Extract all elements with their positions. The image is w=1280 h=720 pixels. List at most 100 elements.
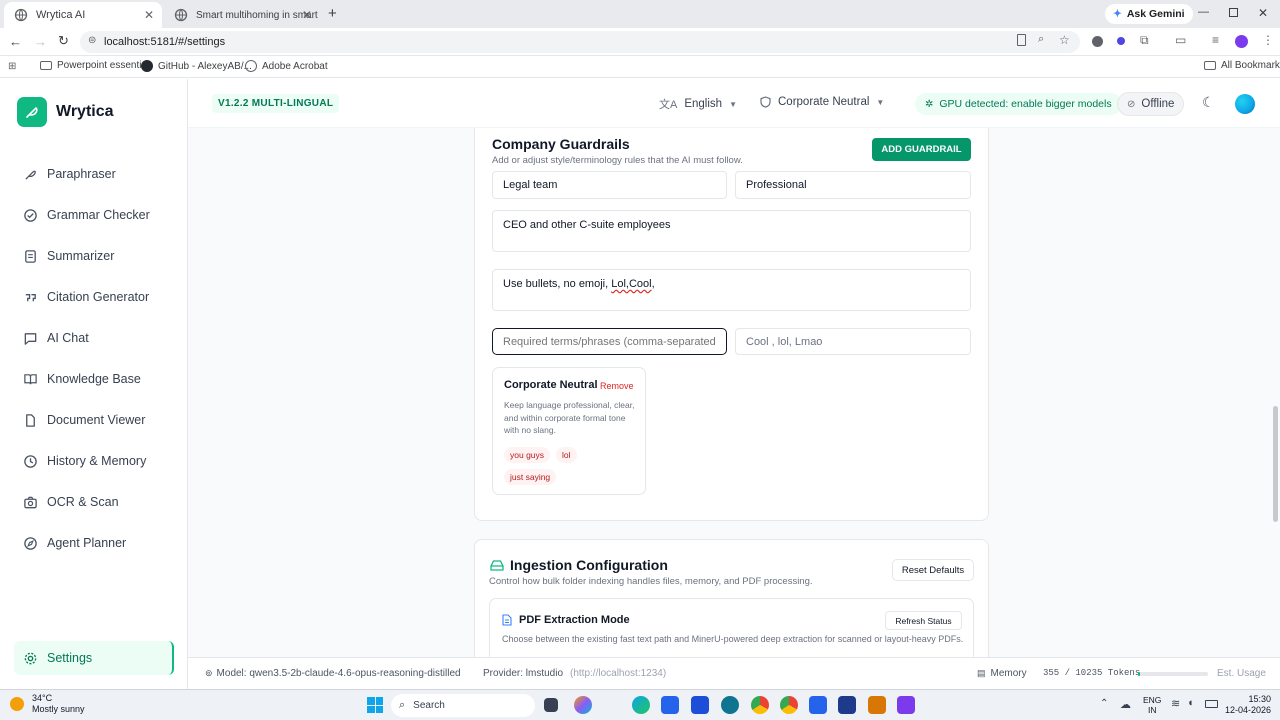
sidebar-item-knowledge-base[interactable]: Knowledge Base [14, 362, 174, 396]
tab-search-icon[interactable]: ▭ [1175, 33, 1186, 47]
sidebar-item-history-memory[interactable]: History & Memory [14, 444, 174, 478]
sidebar-item-paraphraser[interactable]: Paraphraser [14, 157, 174, 191]
pdf-mode-description: Choose between the existing fast text pa… [502, 634, 964, 644]
new-tab-button[interactable]: + [328, 5, 337, 22]
clock[interactable]: 15:30 12-04-2026 [1225, 694, 1271, 716]
required-terms-input[interactable] [492, 328, 727, 355]
audience-textarea[interactable]: CEO and other C-suite employees [492, 210, 971, 252]
address-bar[interactable]: ⊜ localhost:5181/#/settings ⌕ ☆ [80, 31, 1080, 53]
drive-icon [490, 560, 504, 571]
puzzle-icon[interactable]: ⧉ [1140, 33, 1149, 48]
all-bookmarks[interactable]: All Bookmarks [1204, 60, 1280, 71]
onedrive-icon[interactable]: ☁ [1120, 698, 1131, 711]
gpu-notice-button[interactable]: ✲ GPU detected: enable bigger models [915, 93, 1122, 115]
language-selector[interactable]: 文A English ▼ [659, 96, 737, 112]
store-icon[interactable] [661, 696, 679, 714]
app-icon[interactable] [721, 696, 739, 714]
version-badge: V1.2.2 MULTI-LINGUAL [212, 94, 340, 113]
battery-icon[interactable] [1205, 700, 1218, 708]
profile-avatar[interactable] [1235, 35, 1248, 48]
blocked-term-chip: lol [556, 447, 577, 463]
dark-mode-toggle-icon[interactable]: ☾ [1202, 94, 1215, 111]
add-guardrail-button[interactable]: ADD GUARDRAIL [872, 138, 971, 161]
tray-chevron-up-icon[interactable]: ⌃ [1100, 698, 1108, 709]
guardrail-item-description: Keep language professional, clear, and w… [504, 400, 635, 435]
page-scrollbar[interactable] [1273, 406, 1278, 522]
terminal-icon[interactable] [838, 696, 856, 714]
chevron-down-icon: ▼ [876, 97, 885, 107]
sidebar-item-ocr-scan[interactable]: OCR & Scan [14, 485, 174, 519]
banned-terms-input[interactable]: Cool , lol, Lmao [735, 328, 971, 355]
vscode-icon[interactable] [809, 696, 827, 714]
document-icon [25, 249, 36, 263]
page-icon[interactable] [1017, 34, 1026, 46]
offline-toggle[interactable]: ⊘ Offline [1117, 92, 1185, 116]
weather-widget[interactable]: 34°C Mostly sunny [10, 693, 85, 715]
extension-dot-icon[interactable] [1117, 37, 1125, 45]
zoom-icon[interactable]: ⌕ [1038, 33, 1044, 46]
tone-field[interactable]: Professional [735, 171, 971, 199]
task-view-icon[interactable] [544, 698, 558, 712]
edge-browser-icon[interactable] [632, 696, 650, 714]
cpu-icon: ⊚ [205, 668, 213, 678]
snipping-tool-icon[interactable] [868, 696, 886, 714]
language-indicator[interactable]: ENG IN [1143, 695, 1161, 715]
apps-grid-icon[interactable]: ⊞ [8, 61, 16, 72]
sidebar-item-settings[interactable]: Settings [14, 641, 174, 675]
folder-icon [40, 61, 52, 70]
reload-icon[interactable]: ↻ [58, 33, 69, 49]
rules-textarea[interactable]: Use bullets, no emoji, Lol,Cool, [492, 269, 971, 311]
company-guardrails-card: Company Guardrails Add or adjust style/t… [474, 128, 989, 521]
restore-window-icon[interactable] [1229, 8, 1238, 17]
url-text: localhost:5181/#/settings [104, 36, 226, 48]
wrytica-logo[interactable] [17, 97, 47, 127]
user-avatar[interactable] [1235, 94, 1255, 114]
outlook-icon[interactable] [691, 696, 709, 714]
sidebar-item-agent-planner[interactable]: Agent Planner [14, 526, 174, 560]
memory-indicator[interactable]: ▤ Memory [977, 668, 1027, 679]
bookmark-powerpoint[interactable]: Powerpoint essenti... [40, 60, 150, 71]
reading-list-icon[interactable]: ≡ [1212, 33, 1219, 47]
chrome-icon[interactable] [751, 696, 769, 714]
bookmark-adobe-acrobat[interactable]: Adobe Acrobat [245, 60, 328, 72]
start-button-icon[interactable] [367, 697, 383, 713]
app-header: V1.2.2 MULTI-LINGUAL 文A English ▼ Corpor… [188, 79, 1280, 128]
refresh-status-button[interactable]: Refresh Status [885, 611, 962, 630]
browser-tab-smart-multihoming[interactable]: Smart multihoming in smart sh ✕ [164, 2, 320, 28]
back-arrow-icon[interactable]: ← [9, 34, 22, 49]
visual-studio-icon[interactable] [897, 696, 915, 714]
close-tab-icon[interactable]: ✕ [302, 8, 312, 22]
history-icon [24, 454, 37, 468]
sidebar-item-ai-chat[interactable]: AI Chat [14, 321, 174, 355]
globe-icon [14, 8, 28, 22]
sidebar-item-document-viewer[interactable]: Document Viewer [14, 403, 174, 437]
blocked-term-chip: you guys [504, 447, 551, 463]
sidebar-item-citation-generator[interactable]: Citation Generator [14, 280, 174, 314]
sidebar-item-summarizer[interactable]: Summarizer [14, 239, 174, 273]
tone-selector[interactable]: Corporate Neutral ▼ [760, 96, 884, 108]
reset-defaults-button[interactable]: Reset Defaults [892, 559, 974, 581]
close-tab-icon[interactable]: ✕ [144, 8, 154, 22]
bookmark-github[interactable]: GitHub - AlexeyAB/... [141, 60, 252, 72]
browser-tab-wrytica[interactable]: Wrytica AI ✕ [4, 2, 162, 28]
wifi-icon[interactable]: ≋ [1171, 697, 1180, 710]
forward-arrow-icon[interactable]: → [34, 34, 47, 49]
sidebar-item-grammar-checker[interactable]: Grammar Checker [14, 198, 174, 232]
copilot-icon[interactable] [574, 696, 592, 714]
chrome-profile-icon[interactable] [780, 696, 798, 714]
guardrail-chip-list: you guys lol just saying [504, 447, 638, 485]
feather-icon [25, 170, 36, 180]
weather-temperature: 34°C [32, 693, 53, 703]
extension-icon[interactable] [1092, 36, 1103, 47]
volume-icon[interactable]: ◖ [1187, 697, 1194, 709]
browser-menu-icon[interactable]: ⋮ [1262, 33, 1274, 47]
team-field[interactable]: Legal team [492, 171, 727, 199]
bookmark-star-icon[interactable]: ☆ [1059, 33, 1070, 47]
close-window-icon[interactable]: ✕ [1258, 6, 1268, 20]
minimize-window-icon[interactable]: — [1198, 6, 1209, 18]
taskbar-search[interactable]: ⌕ Search [391, 694, 535, 717]
gear-icon [24, 652, 37, 664]
remove-guardrail-button[interactable]: Remove [600, 381, 634, 391]
ask-gemini-button[interactable]: ✦ Ask Gemini [1105, 4, 1193, 24]
site-info-icon[interactable]: ⊜ [88, 35, 96, 46]
